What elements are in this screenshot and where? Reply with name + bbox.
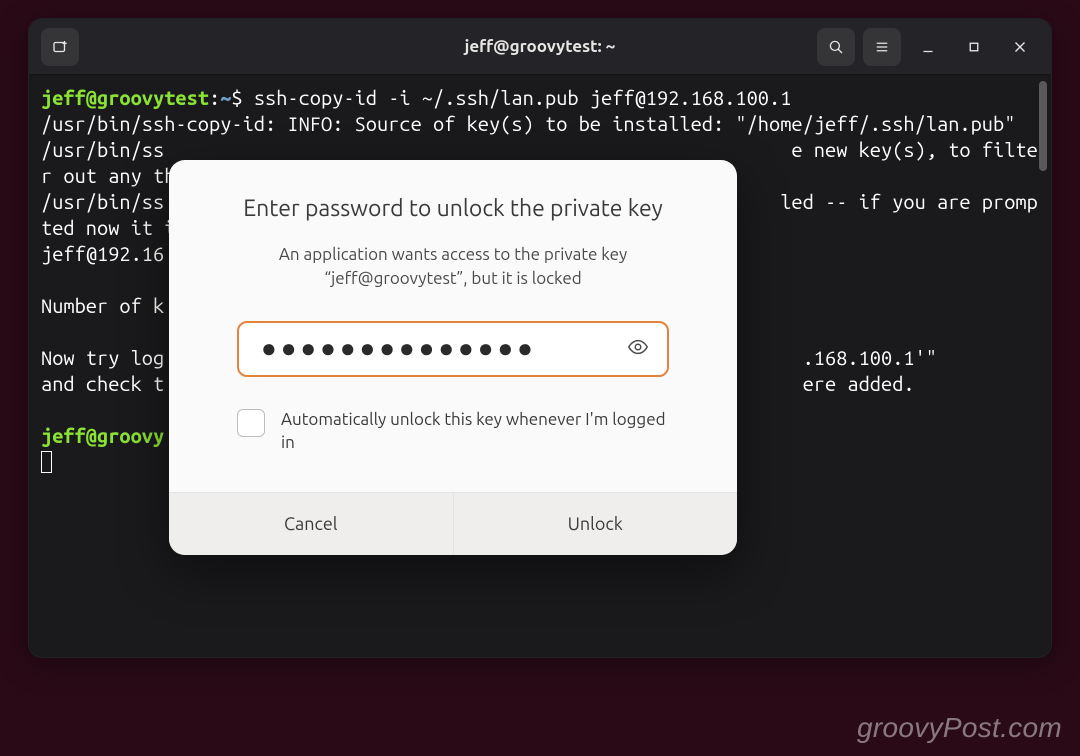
- prompt-path: ~: [220, 86, 231, 109]
- unlock-button[interactable]: Unlock: [453, 493, 738, 555]
- eye-icon: [627, 336, 649, 362]
- titlebar: jeff@groovytest: ~: [29, 19, 1051, 75]
- term-line: .168.100.1'": [803, 346, 937, 369]
- maximize-button[interactable]: [955, 28, 993, 66]
- term-line: Number of k: [41, 294, 164, 317]
- dialog-buttons: Cancel Unlock: [169, 492, 737, 555]
- term-line: /usr/bin/ss: [41, 190, 164, 213]
- auto-unlock-row: Automatically unlock this key whenever I…: [217, 405, 689, 475]
- term-line: Now try log: [41, 346, 164, 369]
- watermark: groovyPost.com: [857, 712, 1062, 744]
- unlock-key-dialog: Enter password to unlock the private key…: [169, 160, 737, 555]
- term-line: ere added.: [803, 372, 915, 395]
- show-password-button[interactable]: [623, 334, 653, 364]
- prompt-user: jeff@groovytest: [41, 86, 209, 109]
- search-button[interactable]: [817, 28, 855, 66]
- password-field-wrapper: [237, 321, 669, 377]
- term-line: jeff@192.16: [41, 242, 164, 265]
- menu-button[interactable]: [863, 28, 901, 66]
- auto-unlock-checkbox[interactable]: [237, 409, 265, 437]
- prompt-dollar: $: [231, 86, 253, 109]
- password-input[interactable]: [261, 334, 623, 363]
- scrollbar-thumb[interactable]: [1039, 81, 1047, 171]
- close-button[interactable]: [1001, 28, 1039, 66]
- dialog-subtitle: An application wants access to the priva…: [217, 243, 689, 291]
- command-text: ssh-copy-id -i ~/.ssh/lan.pub jeff@192.1…: [254, 86, 792, 109]
- dialog-title: Enter password to unlock the private key: [217, 196, 689, 221]
- term-line: /usr/bin/ss: [41, 138, 164, 161]
- term-line: and check t: [41, 372, 164, 395]
- cursor: [41, 451, 52, 473]
- auto-unlock-label: Automatically unlock this key whenever I…: [281, 409, 669, 455]
- new-tab-button[interactable]: [41, 28, 79, 66]
- minimize-button[interactable]: [909, 28, 947, 66]
- prompt-user-2: jeff@groovy: [41, 424, 164, 447]
- term-line: /usr/bin/ssh-copy-id: INFO: Source of ke…: [41, 112, 1015, 135]
- prompt-sep: :: [209, 86, 220, 109]
- cancel-button[interactable]: Cancel: [169, 493, 453, 555]
